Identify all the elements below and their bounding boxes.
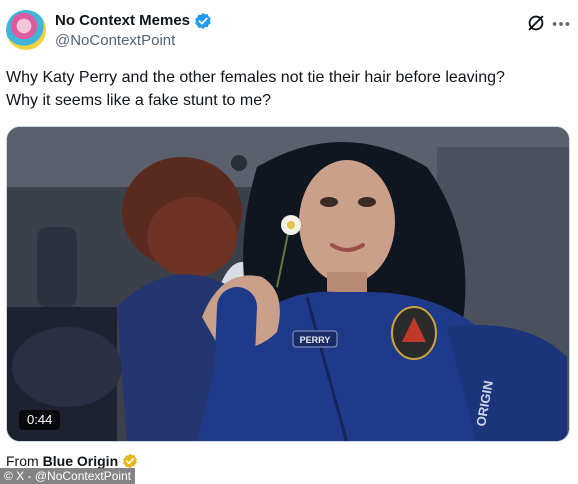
author-avatar[interactable] (6, 10, 46, 50)
tweet-text-line-2: Why it seems like a fake stunt to me? (6, 92, 271, 109)
image-credit: © X - @NoContextPoint (0, 468, 136, 484)
name-patch-text: PERRY (300, 335, 331, 345)
more-options-icon[interactable] (550, 14, 572, 34)
author-handle[interactable]: @NoContextPoint (55, 31, 175, 51)
video-player[interactable]: PERRY ORIGIN 0:44 (6, 126, 570, 442)
tweet-text: Why Katy Perry and the other females not… (6, 66, 574, 112)
video-frame: PERRY ORIGIN (7, 127, 569, 441)
video-duration-badge: 0:44 (19, 410, 61, 430)
author-name[interactable]: No Context Memes (55, 11, 190, 31)
author-name-row[interactable]: No Context Memes (55, 11, 212, 31)
verified-badge-icon (195, 12, 211, 30)
gold-verified-badge-icon (123, 453, 138, 469)
tweet-text-line-1: Why Katy Perry and the other females not… (6, 69, 505, 86)
grok-icon[interactable] (525, 12, 547, 34)
